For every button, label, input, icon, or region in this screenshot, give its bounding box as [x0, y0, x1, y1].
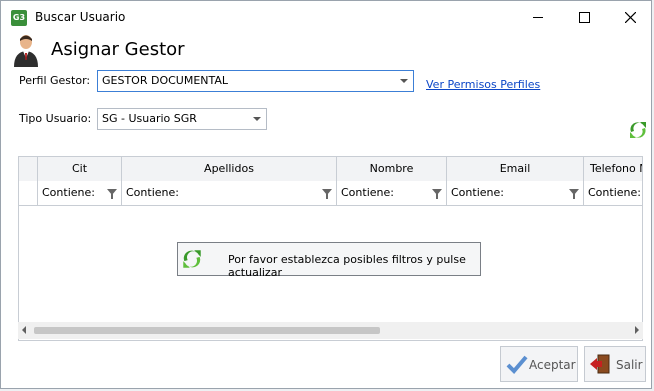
perfil-gestor-value: GESTOR DOCUMENTAL — [102, 74, 229, 87]
filter-nombre-text: Contiene: — [341, 186, 394, 199]
column-header-telefono[interactable]: Telefono M — [584, 157, 642, 181]
salir-button[interactable]: Salir — [584, 346, 646, 382]
filter-cit[interactable]: Contiene: — [38, 181, 122, 205]
perfil-gestor-select[interactable]: GESTOR DOCUMENTAL — [97, 70, 414, 92]
actualizar-button[interactable]: Por favor establezca posibles filtros y … — [177, 242, 481, 279]
minimize-button[interactable] — [515, 1, 561, 33]
perfil-gestor-label: Perfil Gestor: — [19, 74, 91, 87]
tipo-usuario-label: Tipo Usuario: — [19, 112, 92, 125]
app-icon: G3 — [11, 10, 27, 26]
title-bar: G3 Buscar Usuario — [1, 1, 651, 33]
exit-door-icon — [590, 354, 610, 374]
horizontal-scrollbar[interactable] — [18, 322, 643, 339]
chevron-down-icon — [400, 79, 408, 83]
user-manager-icon — [11, 33, 41, 67]
maximize-button[interactable] — [561, 1, 607, 33]
refresh-icon — [180, 247, 204, 271]
page-title: Asignar Gestor — [51, 39, 185, 60]
filter-apellidos-text: Contiene: — [126, 186, 179, 199]
ver-permisos-link[interactable]: Ver Permisos Perfiles — [426, 78, 540, 91]
grid-filter-row: Contiene: Contiene: Contiene: Contiene: … — [19, 181, 642, 206]
aceptar-button[interactable]: Aceptar — [500, 346, 578, 382]
tipo-usuario-select[interactable]: SG - Usuario SGR — [97, 108, 267, 130]
aceptar-label: Aceptar — [529, 358, 576, 372]
actualizar-button-label: Por favor establezca posibles filtros y … — [228, 253, 466, 279]
filter-email[interactable]: Contiene: — [447, 181, 584, 205]
filter-icon[interactable] — [322, 189, 332, 199]
refresh-icon[interactable] — [627, 119, 649, 141]
close-icon — [624, 11, 636, 23]
filter-icon[interactable] — [107, 189, 117, 199]
filter-icon[interactable] — [432, 189, 442, 199]
maximize-icon — [578, 11, 590, 23]
check-icon — [506, 355, 528, 374]
buscar-usuario-window: G3 Buscar Usuario Asignar Gestor Perfil … — [0, 0, 652, 389]
filter-icon[interactable] — [569, 189, 579, 199]
grid-header: Cit Apellidos Nombre Email Telefono M — [19, 157, 642, 182]
column-header-nombre[interactable]: Nombre — [337, 157, 447, 181]
scroll-right-icon[interactable] — [635, 326, 639, 334]
chevron-down-icon — [253, 117, 261, 121]
salir-label: Salir — [616, 358, 643, 372]
filter-email-text: Contiene: — [451, 186, 504, 199]
column-header-cit[interactable]: Cit — [38, 157, 122, 181]
column-header-apellidos[interactable]: Apellidos — [122, 157, 337, 181]
filter-telefono-text: Contiene: — [588, 186, 641, 199]
filter-telefono[interactable]: Contiene: — [584, 181, 642, 205]
column-header-email[interactable]: Email — [447, 157, 584, 181]
window-title: Buscar Usuario — [35, 10, 126, 24]
row-indicator-header — [19, 157, 38, 181]
filter-apellidos[interactable]: Contiene: — [122, 181, 337, 205]
filter-row-indicator — [19, 181, 38, 205]
filter-cit-text: Contiene: — [42, 186, 95, 199]
close-button[interactable] — [607, 1, 653, 33]
scroll-left-icon[interactable] — [22, 326, 26, 334]
minimize-icon — [533, 16, 543, 18]
filter-nombre[interactable]: Contiene: — [337, 181, 447, 205]
tipo-usuario-value: SG - Usuario SGR — [102, 112, 197, 125]
scrollbar-thumb[interactable] — [34, 327, 380, 334]
